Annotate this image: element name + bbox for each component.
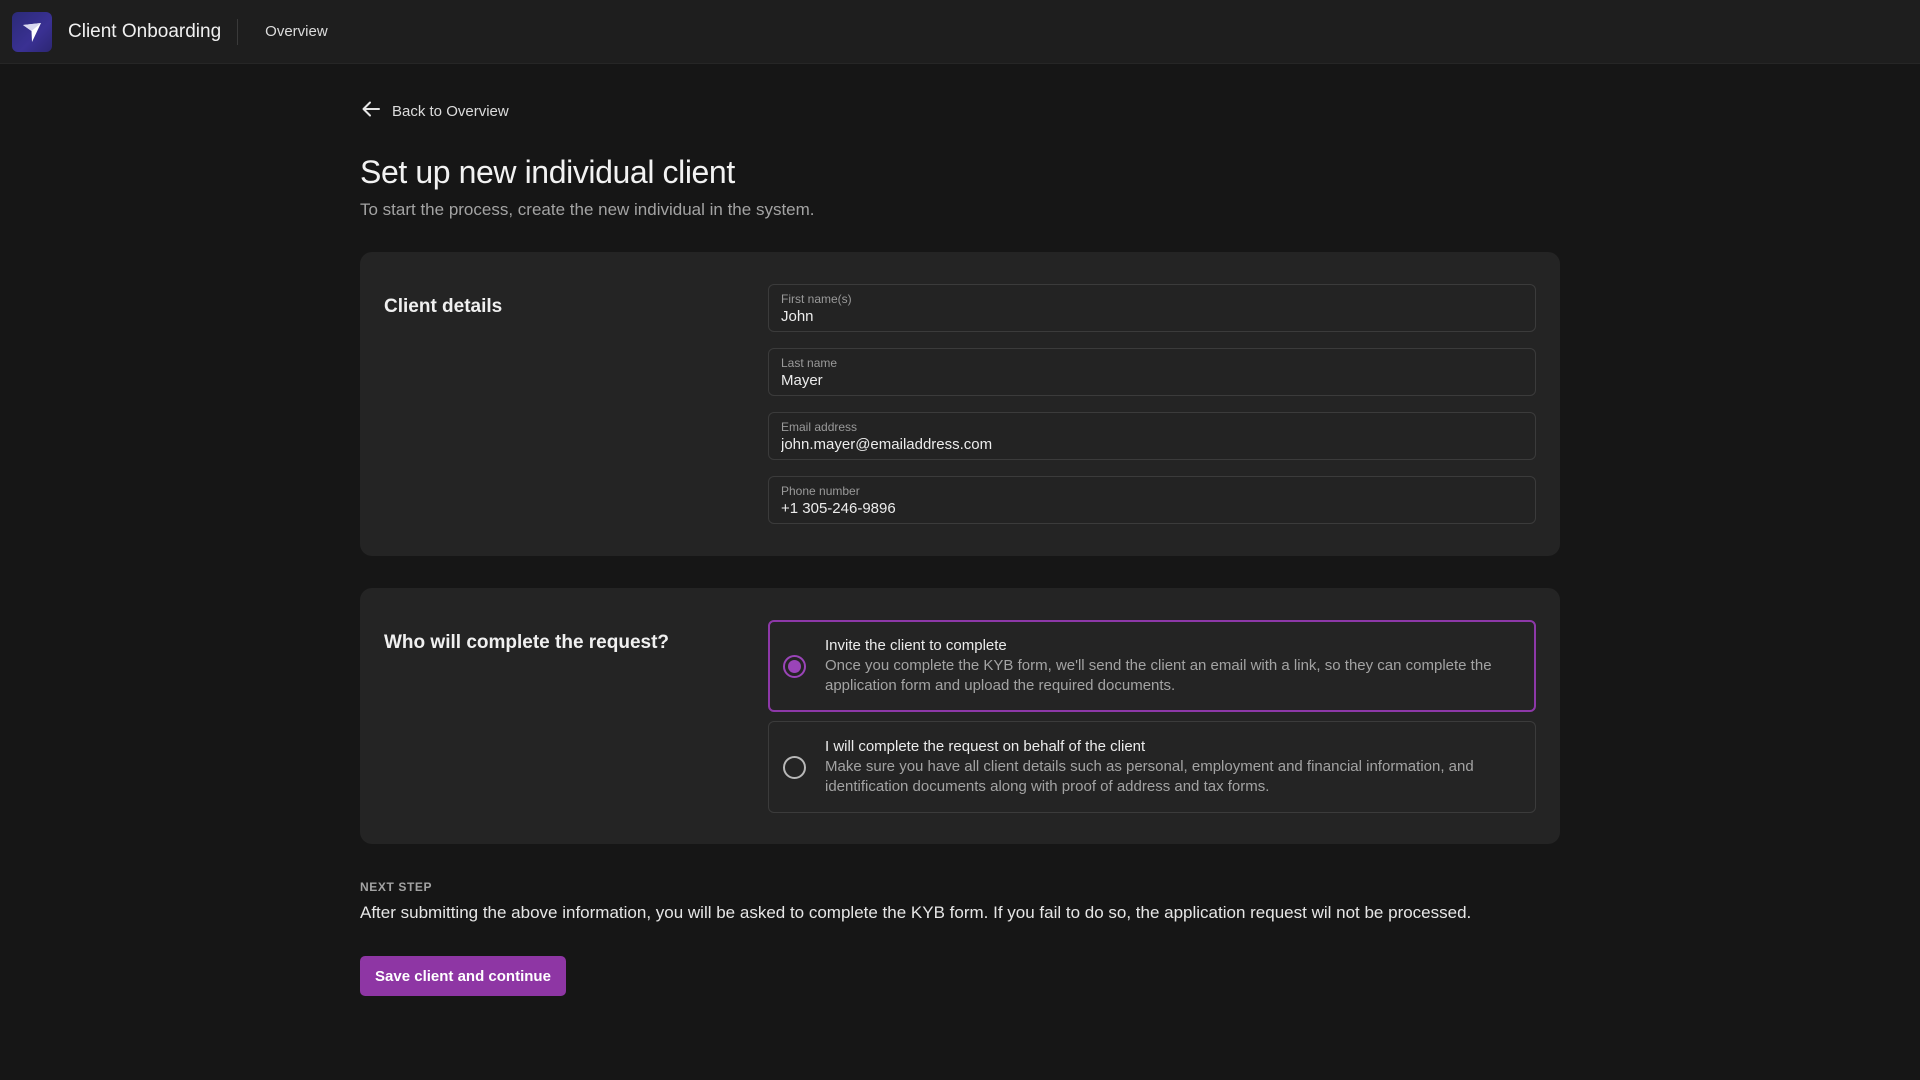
email-label: Email address [781,420,858,434]
radio-invite-client[interactable] [783,654,806,678]
phone-input[interactable] [781,499,1523,519]
completion-heading: Who will complete the request? [384,632,670,653]
email-input[interactable] [781,435,1523,455]
option-invite-client[interactable]: Invite the client to complete Once you c… [768,620,1536,712]
client-details-fields: First name(s) Last name Email address Ph… [768,284,1536,524]
last-name-label: Last name [781,356,838,370]
radio-selected-dot [788,659,801,673]
option-behalf-description: Make sure you have all client details su… [825,758,1474,795]
first-name-label: First name(s) [781,292,852,306]
option-invite-text: Invite the client to complete Once you c… [825,636,1534,696]
last-name-field[interactable]: Last name [768,348,1536,396]
completion-options: Invite the client to complete Once you c… [768,620,1536,813]
app-title: Client Onboarding [68,20,222,42]
page-title: Set up new individual client [360,154,735,190]
first-name-field[interactable]: First name(s) [768,284,1536,332]
option-invite-title: Invite the client to complete [825,637,1007,654]
option-invite-description: Once you complete the KYB form, we'll se… [825,657,1492,694]
option-behalf-text: I will complete the request on behalf of… [825,737,1535,797]
back-to-overview-link[interactable]: Back to Overview [360,98,509,124]
client-details-card: Client details First name(s) Last name E… [360,252,1560,556]
option-complete-on-behalf[interactable]: I will complete the request on behalf of… [768,721,1536,813]
phone-field[interactable]: Phone number [768,476,1536,524]
last-name-input[interactable] [781,371,1523,391]
option-behalf-title: I will complete the request on behalf of… [825,738,1146,755]
radio-complete-on-behalf[interactable] [783,755,806,779]
paper-plane-logo-icon[interactable] [12,11,52,52]
completion-choice-card: Who will complete the request? Invite th… [360,588,1560,844]
email-field[interactable]: Email address [768,412,1536,460]
main-content: Back to Overview Set up new individual c… [360,64,1560,996]
arrow-left-icon [360,98,382,125]
top-bar: Client Onboarding Overview [0,0,1920,64]
back-link-label: Back to Overview [392,102,509,120]
next-step-description: After submitting the above information, … [360,903,1472,922]
next-step-kicker: NEXT STEP [360,880,433,894]
topbar-divider [237,18,239,45]
nav-overview-link[interactable]: Overview [265,23,328,40]
client-details-heading: Client details [384,296,503,317]
phone-label: Phone number [781,484,860,498]
save-client-continue-button[interactable]: Save client and continue [360,956,566,996]
page-subtitle: To start the process, create the new ind… [360,200,815,219]
next-step-section: NEXT STEP After submitting the above inf… [360,880,1560,923]
first-name-input[interactable] [781,307,1523,327]
